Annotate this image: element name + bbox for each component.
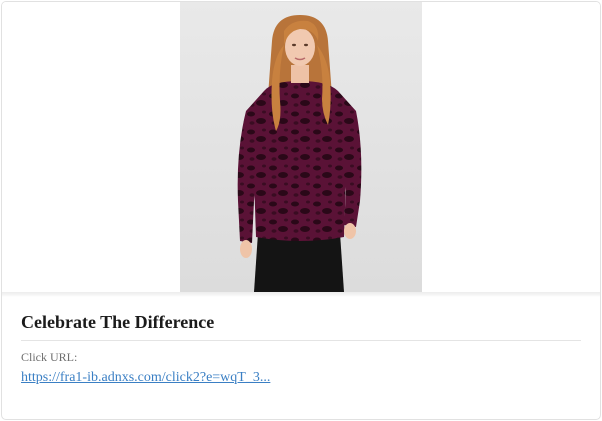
ad-preview-card: Celebrate The Difference Click URL: http… <box>1 1 601 420</box>
ad-title: Celebrate The Difference <box>21 308 581 341</box>
creative-image[interactable] <box>180 2 422 292</box>
click-url-link[interactable]: https://fra1-ib.adnxs.com/click2?e=wqT_3… <box>21 369 270 387</box>
creative-image-area <box>2 2 600 292</box>
ad-details: Celebrate The Difference Click URL: http… <box>21 308 581 387</box>
image-divider <box>2 292 600 297</box>
click-url-label: Click URL: <box>21 350 78 364</box>
model-photo-illustration <box>180 2 422 292</box>
